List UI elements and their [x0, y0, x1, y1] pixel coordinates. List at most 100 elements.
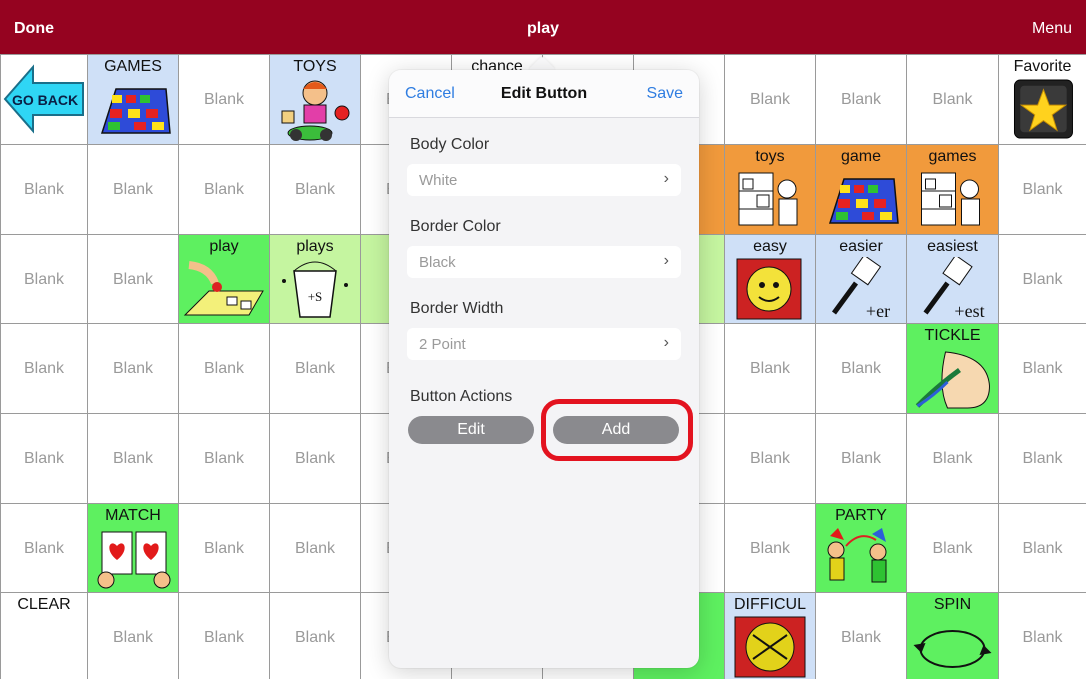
save-button[interactable]: Save — [647, 85, 683, 103]
grid-button-blank[interactable]: Blank — [724, 413, 816, 504]
grid-button-blank[interactable]: Blank — [906, 503, 999, 593]
grid-button-blank[interactable]: Blank — [815, 54, 907, 145]
chevron-right-icon: › — [663, 252, 669, 269]
grid-button-games[interactable]: GAMES — [87, 54, 179, 145]
border-width-row[interactable]: 2 Point › — [407, 328, 681, 360]
shelf-icon — [907, 167, 998, 231]
grid-button-spin[interactable]: SPIN — [906, 592, 999, 679]
grid-button-party[interactable]: PARTY — [815, 503, 907, 593]
grid-button-blank[interactable]: Blank — [269, 503, 361, 593]
grid-button-favorite[interactable]: Favorite — [998, 54, 1086, 145]
blank-label: Blank — [749, 540, 791, 557]
grid-button-blank[interactable]: Blank — [87, 144, 179, 235]
grid-button-label: games — [928, 148, 977, 165]
grid-button-tickle[interactable]: TICKLE — [906, 323, 999, 414]
blank-label: Blank — [932, 91, 973, 108]
blank-label: Blank — [294, 181, 336, 198]
grid-button-blank[interactable]: Blank — [998, 592, 1086, 679]
blank-label: Blank — [749, 450, 791, 467]
grid-button-label: SPIN — [933, 596, 972, 613]
grid-button-play[interactable]: play — [178, 234, 270, 324]
grid-button-blank[interactable]: Blank — [0, 323, 88, 414]
grid-button-blank[interactable]: Blank — [815, 413, 907, 504]
grid-button-label: easy — [753, 238, 787, 255]
grid-button-blank[interactable]: Blank — [178, 503, 270, 593]
grid-button-blank[interactable]: Blank — [998, 234, 1086, 324]
grid-button-blank[interactable]: Blank — [178, 323, 270, 414]
brush_er-icon: +er — [816, 254, 906, 321]
grid-button-label: play — [209, 238, 239, 255]
blank-label: Blank — [1022, 360, 1063, 377]
grid-button-blank[interactable]: Blank — [906, 413, 999, 504]
chevron-right-icon: › — [663, 334, 669, 351]
grid-button-easier[interactable]: easier +er — [815, 234, 907, 324]
goback-icon: GO BACK — [1, 55, 87, 144]
grid-button-blank[interactable]: Blank — [724, 503, 816, 593]
grid-button-label: game — [840, 148, 882, 165]
boardplay-icon — [179, 257, 269, 321]
grid-button-blank[interactable]: Blank — [0, 413, 88, 504]
grid-button-blank[interactable]: Blank — [269, 592, 361, 679]
brush_est-icon: +est — [907, 254, 998, 321]
grid-button-blank[interactable]: Blank — [998, 323, 1086, 414]
grid-button-blank[interactable]: Blank — [178, 54, 270, 145]
grid-button-blank[interactable]: Blank — [998, 144, 1086, 235]
grid-button-blank[interactable]: Blank — [178, 592, 270, 679]
bucket-icon: +S — [270, 257, 360, 321]
grid-button-blank[interactable]: Blank — [178, 144, 270, 235]
grid-button-blank[interactable]: Blank — [178, 413, 270, 504]
grid-button-clear[interactable]: CLEAR — [0, 592, 88, 679]
blank-label: Blank — [203, 91, 245, 108]
grid-button-blank[interactable]: Blank — [0, 234, 88, 324]
grid-button-label: TICKLE — [924, 327, 981, 344]
grid-button-blank[interactable]: Blank — [724, 323, 816, 414]
blank-label: Blank — [840, 450, 882, 467]
grid-button-easy[interactable]: easy — [724, 234, 816, 324]
grid-button-blank[interactable]: Blank — [724, 54, 816, 145]
grid-button-plays[interactable]: plays +S — [269, 234, 361, 324]
grid-button-toys-lower[interactable]: toys — [724, 144, 816, 235]
grid-button-blank[interactable]: Blank — [906, 54, 999, 145]
blank-label: Blank — [203, 181, 245, 198]
chevron-right-icon: › — [663, 170, 669, 187]
blank-label: Blank — [1022, 540, 1063, 557]
grid-button-blank[interactable]: Blank — [87, 234, 179, 324]
blank-label: Blank — [294, 450, 336, 467]
shelf-icon — [725, 167, 815, 231]
body-color-row[interactable]: White › — [407, 164, 681, 196]
grid-button-blank[interactable]: Blank — [87, 323, 179, 414]
blank-label: Blank — [112, 360, 154, 377]
blank-label: Blank — [840, 360, 882, 377]
foot-icon — [907, 346, 998, 410]
grid-button-blank[interactable]: Blank — [998, 503, 1086, 593]
grid-button-blank[interactable]: Blank — [269, 323, 361, 414]
grid-button-games-lower[interactable]: games — [906, 144, 999, 235]
grid-button-blank[interactable]: Blank — [269, 144, 361, 235]
border-color-row[interactable]: Black › — [407, 246, 681, 278]
grid-button-easiest[interactable]: easiest +est — [906, 234, 999, 324]
grid-button-blank[interactable]: Blank — [87, 592, 179, 679]
grid-button-blank[interactable]: Blank — [815, 323, 907, 414]
add-highlight-ring — [541, 399, 693, 461]
grid-button-game[interactable]: game — [815, 144, 907, 235]
blank-label: Blank — [749, 360, 791, 377]
edit-action-button[interactable]: Edit — [408, 416, 534, 444]
grid-button-match[interactable]: MATCH — [87, 503, 179, 593]
blank-label: Blank — [23, 181, 65, 198]
grid-button-label: CLEAR — [17, 596, 71, 613]
grid-button-blank[interactable]: Blank — [998, 413, 1086, 504]
menu-button[interactable]: Menu — [1032, 20, 1072, 38]
grid-button-blank[interactable]: Blank — [269, 413, 361, 504]
grid-button-toys[interactable]: TOYS — [269, 54, 361, 145]
grid-button-blank[interactable]: Blank — [0, 144, 88, 235]
grid-button-blank[interactable]: Blank — [815, 592, 907, 679]
body-color-value: White — [419, 172, 458, 189]
blank-label: Blank — [1022, 181, 1063, 198]
grid-button-difficult[interactable]: DIFFICUL — [724, 592, 816, 679]
grid-button-goback[interactable]: GO BACK — [0, 54, 88, 145]
blank-label: Blank — [112, 271, 154, 288]
border-width-value: 2 Point — [419, 336, 466, 353]
grid-button-label: TOYS — [293, 58, 337, 75]
grid-button-blank[interactable]: Blank — [87, 413, 179, 504]
grid-button-blank[interactable]: Blank — [0, 503, 88, 593]
